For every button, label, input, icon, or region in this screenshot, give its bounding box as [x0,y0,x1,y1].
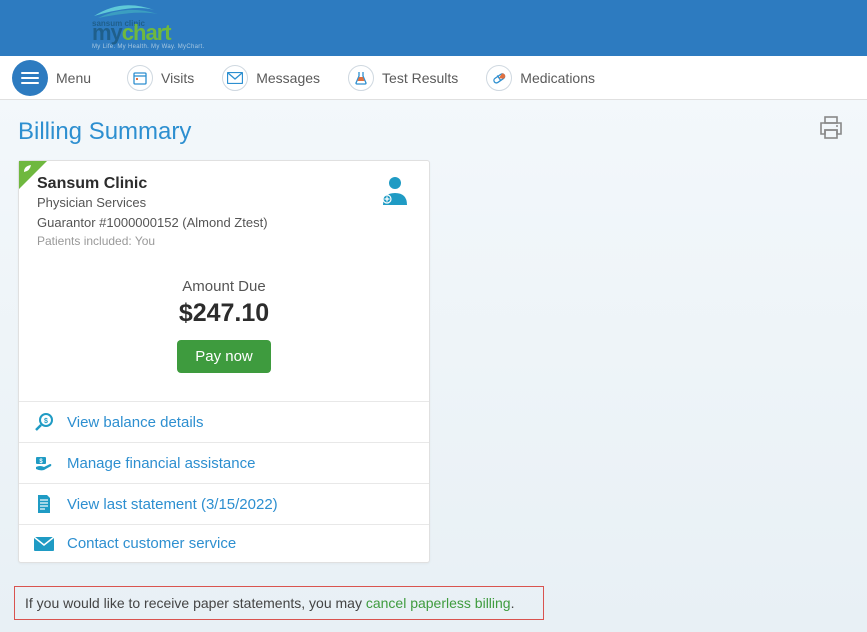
printer-icon [817,114,845,142]
top-banner: sansum clinic mychart My Life. My Health… [0,0,867,56]
action-label: Manage financial assistance [67,455,255,472]
pill-icon [486,65,512,91]
leaf-icon [22,163,33,177]
menu-button[interactable] [12,60,48,96]
nav-bar: Menu Visits Messages Test Results Medica… [0,56,867,100]
magnifier-dollar-icon: $ [33,412,55,432]
nav-item-label: Test Results [382,70,458,86]
print-button[interactable] [817,114,845,147]
pay-now-button[interactable]: Pay now [177,340,271,373]
svg-text:$: $ [44,418,48,425]
logo-tagline: My Life. My Health. My Way. MyChart. [92,44,204,50]
patients-line: Patients included: You [37,232,268,250]
notice-suffix: . [511,595,515,611]
flask-icon [348,65,374,91]
paperless-notice: If you would like to receive paper state… [14,586,544,620]
nav-visits[interactable]: Visits [117,61,204,95]
nav-medications[interactable]: Medications [476,61,605,95]
account-card: Sansum Clinic Physician Services Guarant… [18,160,430,563]
action-label: View last statement (3/15/2022) [67,496,278,513]
hamburger-icon [21,72,39,84]
view-balance-details-link[interactable]: $ View balance details [19,401,429,442]
contact-customer-service-link[interactable]: Contact customer service [19,524,429,562]
logo-text: mychart [92,22,204,44]
amount-due-value: $247.10 [19,299,429,328]
nav-test-results[interactable]: Test Results [338,61,468,95]
action-label: View balance details [67,414,203,431]
manage-financial-assistance-link[interactable]: $ Manage financial assistance [19,442,429,483]
envelope-solid-icon [33,537,55,551]
nav-item-label: Visits [161,70,194,86]
content-area: Billing Summary Sansum Clinic Physician … [0,100,867,563]
service-type: Physician Services [37,193,268,213]
calendar-icon [127,65,153,91]
hand-dollar-icon: $ [33,453,55,473]
envelope-icon [222,65,248,91]
guarantor-line: Guarantor #1000000152 (Almond Ztest) [37,213,268,233]
view-last-statement-link[interactable]: View last statement (3/15/2022) [19,483,429,524]
nav-messages[interactable]: Messages [212,61,330,95]
provider-name: Sansum Clinic [37,175,268,193]
action-label: Contact customer service [67,535,236,552]
logo[interactable]: sansum clinic mychart My Life. My Health… [92,6,204,50]
notice-prefix: If you would like to receive paper state… [25,595,366,611]
document-icon [33,494,55,514]
nav-item-label: Messages [256,70,320,86]
cancel-paperless-link[interactable]: cancel paperless billing [366,595,511,611]
logo-swoosh-icon [92,6,182,20]
amount-due-label: Amount Due [19,278,429,295]
page-title: Billing Summary [18,118,843,146]
menu-label[interactable]: Menu [56,70,91,86]
nav-item-label: Medications [520,70,595,86]
provider-icon [381,175,411,250]
